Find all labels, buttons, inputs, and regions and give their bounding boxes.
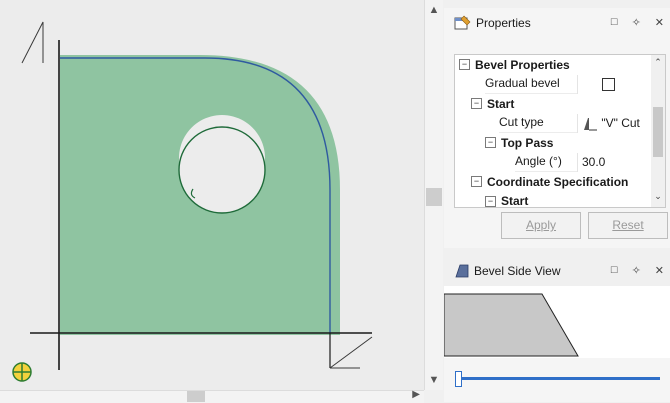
reset-button[interactable]: Reset [588,212,668,239]
bevel-side-view-header: Bevel Side View □ ✧ ✕ [444,256,670,286]
prop-cut-type[interactable]: Cut type "V" Cut [455,113,665,134]
scroll-down-icon[interactable]: ▼ [425,374,443,386]
pin-icon[interactable]: ✧ [632,264,641,277]
start-bevel-marker [21,21,44,64]
collapse-icon[interactable]: − [485,195,496,207]
bevel-side-view-pane: Bevel Side View □ ✧ ✕ [444,256,670,286]
prop-angle[interactable]: Angle (°) 30.0 [455,152,665,173]
bevel-position-slider[interactable] [444,358,670,402]
apply-button[interactable]: Apply [501,212,581,239]
bevel-profile-shape [443,293,579,357]
horizontal-scroll-thumb[interactable] [187,391,205,402]
cut-type-value: "V" Cut [601,115,640,130]
maximize-icon[interactable]: □ [611,264,618,277]
close-icon[interactable]: ✕ [655,264,664,277]
prop-gradual-bevel[interactable]: Gradual bevel [455,74,665,95]
scroll-up-icon[interactable]: ⌃ [651,57,665,68]
scroll-up-icon[interactable]: ▲ [425,4,443,16]
group-start[interactable]: − Start [455,94,665,114]
end-bevel-marker [329,336,373,369]
slider-track[interactable] [460,377,660,380]
properties-header: Properties □ ✧ ✕ [444,8,670,38]
group-top-pass[interactable]: − Top Pass [455,133,665,153]
bevel-side-view-title: Bevel Side View [474,264,561,278]
slider-thumb[interactable] [455,371,462,387]
scroll-right-icon[interactable]: ▶ [412,389,420,400]
group-coordinate-specification[interactable]: − Coordinate Specification [455,172,665,192]
pin-icon[interactable]: ✧ [632,16,641,29]
collapse-icon[interactable]: − [471,176,482,188]
bevel-side-view-icon [455,264,469,278]
vertical-scroll-thumb[interactable] [426,188,442,206]
group-bevel-properties[interactable]: − Bevel Properties [455,55,665,75]
close-icon[interactable]: ✕ [655,16,664,29]
collapse-icon[interactable]: − [459,59,470,71]
canvas-vertical-scrollbar[interactable]: ▲ ▼ [424,0,443,390]
origin-icon [12,362,32,382]
bevel-profile [443,293,579,357]
scroll-down-icon[interactable]: ⌄ [651,191,665,202]
canvas-horizontal-scrollbar[interactable]: ▶ [0,389,424,403]
properties-title: Properties [476,16,531,30]
group-coord-start[interactable]: − Start [455,192,665,207]
collapse-icon[interactable]: − [485,137,496,149]
hole-outline [178,126,266,214]
property-grid-scrollbar[interactable]: ⌃ ⌄ [651,55,665,207]
properties-icon [454,15,471,30]
bevel-side-view-canvas [443,286,670,358]
drawing-canvas[interactable] [0,0,425,390]
maximize-icon[interactable]: □ [611,16,618,29]
part-drawing [12,21,373,382]
v-cut-icon [584,117,597,131]
property-grid[interactable]: − Bevel Properties Gradual bevel − Start… [454,54,666,208]
property-grid-scroll-thumb[interactable] [653,107,663,157]
collapse-icon[interactable]: − [471,98,482,110]
angle-value[interactable]: 30.0 [577,152,652,172]
gradual-bevel-checkbox[interactable] [602,77,615,91]
